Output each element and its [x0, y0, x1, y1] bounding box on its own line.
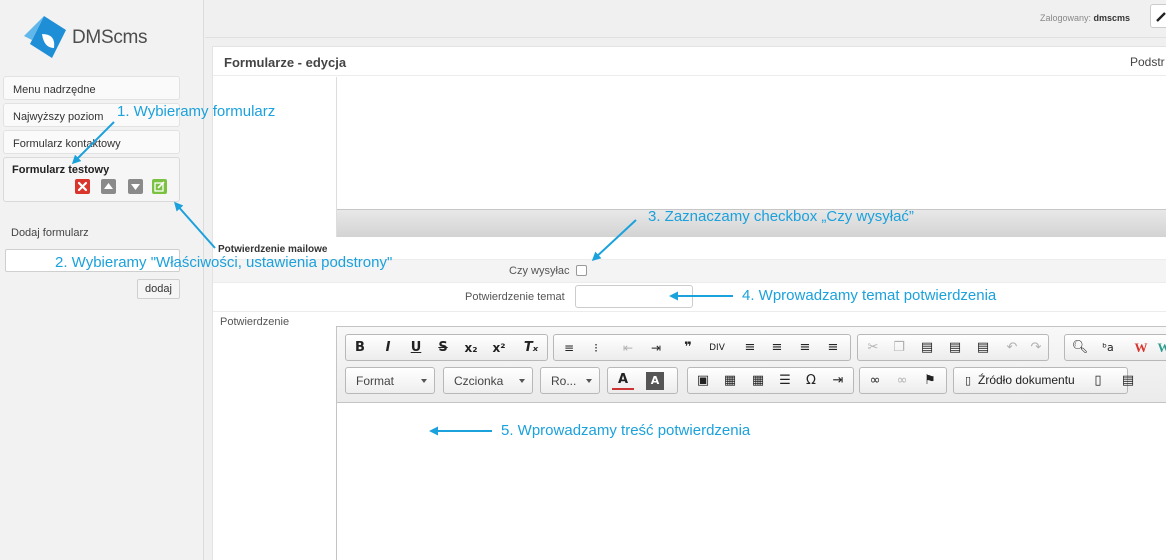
subscript-icon[interactable]: x₂: [460, 337, 482, 359]
replace-icon[interactable]: ᵇa: [1097, 337, 1119, 359]
page-title: Formularze - edycja: [224, 55, 347, 70]
unlink-icon[interactable]: ∞: [891, 370, 913, 392]
search-icon[interactable]: 🔍︎: [1069, 337, 1091, 359]
sidebar-item-label: Formularz testowy: [12, 164, 110, 176]
form-divider: [213, 311, 1166, 312]
insert-group: ▣ ▦ ▦ ☰ Ω ⇥: [687, 367, 854, 394]
dmscms-logo-icon: [24, 16, 66, 58]
image-icon[interactable]: ▣: [692, 370, 714, 392]
table-icon[interactable]: ▦: [747, 370, 769, 392]
bulleted-list-icon[interactable]: ⁝: [585, 337, 607, 359]
align-right-icon[interactable]: ≡: [794, 337, 816, 359]
sidebar-item-menu-nadrzedne[interactable]: Menu nadrzędne: [3, 76, 180, 100]
logo[interactable]: DMScms: [22, 14, 182, 60]
editor-content-area[interactable]: [337, 404, 1166, 560]
annotation-step5: 5. Wprowadzamy treść potwierdzenia: [501, 422, 751, 439]
redo-icon[interactable]: ↷: [1025, 337, 1047, 359]
sidebar-item-label: Menu nadrzędne: [13, 84, 96, 96]
tab-podstrony[interactable]: Podstr: [1130, 55, 1165, 69]
logo-text: DMScms: [72, 27, 148, 48]
login-user: dmscms: [1093, 13, 1131, 23]
basic-styles-group: B I U S x₂ x² Tₓ: [345, 334, 548, 361]
sidebar: DMScms Menu nadrzędne Najwyższy poziom F…: [0, 0, 204, 560]
source-icon[interactable]: ▯: [957, 370, 979, 392]
numbered-list-icon[interactable]: ≡: [558, 337, 580, 359]
move-up-icon[interactable]: [101, 179, 116, 194]
cut-icon[interactable]: ✂: [862, 337, 884, 359]
login-info: Zalogowany: dmscms: [1040, 13, 1130, 23]
find-group: 🔍︎ ᵇa W W: [1064, 334, 1166, 361]
subject-label: Potwierdzenie temat: [465, 291, 565, 303]
add-form-button[interactable]: dodaj: [137, 279, 180, 299]
print-icon[interactable]: ▤: [1117, 370, 1139, 392]
chevron-down-icon: [421, 379, 427, 383]
sidebar-item-label: Najwyższy poziom: [13, 111, 104, 123]
annotation-step1: 1. Wybieramy formularz: [117, 103, 276, 120]
horizontal-line-icon[interactable]: ☰: [774, 370, 796, 392]
annotation-step4: 4. Wprowadzamy temat potwierdzenia: [742, 287, 997, 304]
superscript-icon[interactable]: x²: [488, 337, 510, 359]
send-checkbox-label: Czy wysyłac: [509, 265, 570, 277]
div-container-icon[interactable]: DIV: [706, 337, 728, 359]
underline-icon[interactable]: U: [405, 337, 427, 359]
preview-icon[interactable]: ▯: [1087, 370, 1109, 392]
link-icon[interactable]: ∞: [864, 370, 886, 392]
sidebar-item-formularz-testowy[interactable]: Formularz testowy: [3, 157, 180, 202]
annotation-step2: 2. Wybieramy "Właściwości, ustawienia po…: [55, 254, 393, 271]
sidebar-item-label: Formularz kontaktowy: [13, 138, 121, 150]
edit-properties-icon[interactable]: [152, 179, 167, 194]
login-label: Zalogowany:: [1040, 13, 1092, 23]
format-dropdown-label: Format: [356, 374, 395, 388]
background-color-icon[interactable]: A: [646, 372, 664, 390]
body-label: Potwierdzenie: [220, 316, 290, 328]
paste-word-icon[interactable]: ▤: [972, 337, 994, 359]
bold-icon[interactable]: B: [349, 337, 371, 359]
word-count-icon[interactable]: W: [1153, 337, 1166, 359]
remove-format-icon[interactable]: Tₓ: [520, 337, 542, 359]
anchor-flag-icon[interactable]: ⚑: [919, 370, 941, 392]
header-divider: [205, 37, 1166, 38]
copy-icon[interactable]: ❐: [888, 337, 910, 359]
links-group: ∞ ∞ ⚑: [859, 367, 947, 394]
add-form-label: Dodaj formularz: [11, 227, 89, 239]
align-justify-icon[interactable]: ≡: [822, 337, 844, 359]
paragraph-group: ≡ ⁝ ⇤ ⇥ ❞ DIV ≡ ≡ ≡ ≡: [553, 334, 851, 361]
sidebar-item-formularz-kontaktowy[interactable]: Formularz kontaktowy: [3, 130, 180, 154]
undo-icon[interactable]: ↶: [1001, 337, 1023, 359]
clipboard-group: ✂ ❐ ▤ ▤ ▤ ↶ ↷: [857, 334, 1049, 361]
font-size-dropdown-label: Ro...: [551, 374, 577, 388]
special-char-icon[interactable]: Ω: [800, 370, 822, 392]
subject-input[interactable]: [575, 285, 693, 308]
pencil-icon: [1156, 12, 1166, 22]
italic-icon[interactable]: I: [377, 337, 399, 359]
page-break-icon[interactable]: ⇥: [827, 370, 849, 392]
paste-text-icon[interactable]: ▤: [944, 337, 966, 359]
paste-icon[interactable]: ▤: [916, 337, 938, 359]
delete-icon[interactable]: [75, 179, 90, 194]
colors-group: A A: [607, 367, 678, 394]
chevron-down-icon: [519, 379, 525, 383]
font-dropdown-label: Czcionka: [454, 374, 504, 388]
blockquote-icon[interactable]: ❞: [677, 337, 699, 359]
text-color-icon[interactable]: A: [612, 370, 634, 390]
indent-icon[interactable]: ⇥: [645, 337, 667, 359]
source-button-label[interactable]: Źródło dokumentu: [978, 373, 1075, 387]
font-dropdown[interactable]: Czcionka: [443, 367, 533, 394]
document-group: ▯ Źródło dokumentu ▯ ▤: [953, 367, 1134, 394]
strikethrough-icon[interactable]: S: [432, 337, 454, 359]
send-checkbox[interactable]: [576, 265, 587, 276]
font-size-dropdown[interactable]: Ro...: [540, 367, 600, 394]
chevron-down-icon: [586, 379, 592, 383]
annotation-step3: 3. Zaznaczamy checkbox „Czy wysyłać”: [648, 208, 914, 225]
outdent-icon[interactable]: ⇤: [617, 337, 639, 359]
user-menu-button[interactable]: [1150, 4, 1166, 28]
format-dropdown[interactable]: Format: [345, 367, 435, 394]
move-down-icon[interactable]: [128, 179, 143, 194]
panel-header: [213, 47, 1166, 76]
flash-icon[interactable]: ▦: [719, 370, 741, 392]
align-left-icon[interactable]: ≡: [739, 337, 761, 359]
editor-toolbar: B I U S x₂ x² Tₓ ≡ ⁝ ⇤ ⇥ ❞ DIV ≡ ≡ ≡ ≡ ✂…: [337, 327, 1166, 403]
spellcheck-icon[interactable]: W: [1130, 337, 1152, 359]
align-center-icon[interactable]: ≡: [766, 337, 788, 359]
